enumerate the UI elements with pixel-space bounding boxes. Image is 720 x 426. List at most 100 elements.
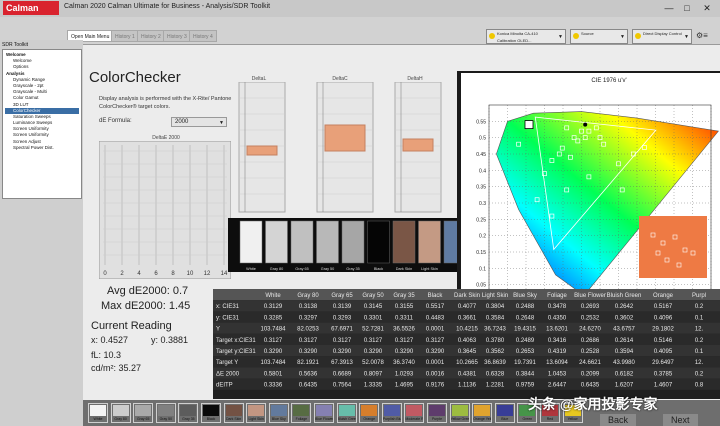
histogram-chart: 0 2 4 6 8 10 12 14: [99, 141, 231, 279]
bottom-swatch[interactable]: White: [88, 403, 108, 423]
patch-swatch: [443, 220, 458, 264]
bottom-swatch[interactable]: Foliage: [291, 403, 312, 423]
table-cell: 0.3290: [426, 349, 445, 355]
table-cell: 0.3780: [486, 338, 505, 344]
cie-y-tick-label: 0.35: [476, 185, 486, 191]
tab-history-2[interactable]: History 2: [137, 30, 165, 42]
histogram-tick-label: 12: [204, 271, 211, 277]
table-cell: 19.4315: [514, 327, 536, 333]
table-cell: 43.6757: [613, 327, 635, 333]
table-cell: 0.3478: [548, 304, 567, 310]
source-selector[interactable]: Source ▼: [570, 29, 628, 44]
table-cell: 0.3129: [264, 304, 283, 310]
cie-y-tick-label: 0.1: [479, 266, 486, 272]
bottom-swatch[interactable]: Gray 80: [110, 403, 131, 423]
bottom-swatch[interactable]: Yellow Green: [449, 403, 470, 423]
table-cell: 0.4381: [458, 371, 477, 377]
main-panel: ColorChecker Display analysis is perform…: [83, 45, 720, 400]
table-cell: 0.3301: [364, 315, 383, 321]
swatch-label: Blue: [501, 417, 509, 421]
table-cell: 24.6621: [579, 360, 601, 366]
bottom-swatch[interactable]: Moderate Red: [404, 403, 425, 423]
swatch-label: Blue Flower: [315, 417, 333, 421]
table-cell: 0.3290: [299, 349, 318, 355]
window-title: Calman 2020 Calman Ultimate for Business…: [64, 3, 271, 10]
sidebar-item[interactable]: Spectral Power Dist.: [5, 145, 79, 151]
table-column-header: Blue Flower: [574, 293, 606, 299]
cie-y-tick-label: 0.4: [479, 168, 486, 174]
swatch-color: [157, 405, 174, 416]
fl-reading: fL: 10.3: [91, 350, 122, 360]
table-cell: Target y:CIE31: [216, 349, 256, 355]
cie-y-tick-label: 0.05: [476, 283, 486, 289]
swatch-color: [248, 405, 265, 416]
bottom-swatch[interactable]: Orange Yellow: [472, 403, 493, 423]
table-cell: 52.0078: [362, 360, 384, 366]
de-formula-select[interactable]: 2000 ▼: [171, 117, 227, 127]
swatch-label: Purple: [431, 417, 443, 421]
table-cell: 1.0453: [548, 371, 567, 377]
patch-strip: White Gray 80 Gray 65 Gray 50 Gray 35 Black Da…: [228, 218, 458, 272]
table-cell: 0.3297: [299, 315, 318, 321]
tab-history-1[interactable]: History 1: [111, 30, 139, 42]
bottom-swatch[interactable]: Blue Flower: [314, 403, 334, 423]
table-column-header: Purpl: [692, 293, 706, 299]
bottom-swatch[interactable]: Light Skin: [246, 403, 267, 423]
swatch-color: [135, 405, 152, 416]
back-button[interactable]: Back: [600, 414, 637, 426]
table-cell: 0.6328: [486, 371, 505, 377]
meter-selector[interactable]: Konica Minolta CA-410 Calibration OLED..…: [486, 29, 566, 44]
cie-title: CIE 1976 u'v': [591, 78, 626, 84]
bottom-swatch[interactable]: Gray 65: [133, 403, 154, 423]
table-cell: 1.6207: [615, 383, 634, 389]
tab-history-4[interactable]: History 4: [189, 30, 217, 42]
swatch-label: Green: [522, 417, 533, 421]
table-column-header: White: [265, 293, 281, 299]
tab-history-3[interactable]: History 3: [163, 30, 191, 42]
bottom-swatch[interactable]: Blue: [494, 403, 515, 423]
table-cell: 0.3785: [654, 371, 673, 377]
patch-label: Black: [374, 267, 383, 271]
table-cell: 0.3804: [486, 304, 505, 310]
swatch-color: [293, 405, 310, 416]
maximize-icon[interactable]: □: [680, 2, 694, 14]
swatch-color: [474, 405, 491, 416]
table-cell: 0.2488: [516, 304, 535, 310]
close-icon[interactable]: ✕: [700, 2, 714, 14]
meter-name: Konica Minolta CA-410: [497, 31, 538, 36]
minimize-icon[interactable]: —: [662, 2, 676, 14]
table-column-header: Gray 80: [297, 293, 319, 299]
display-selector[interactable]: Direct Display Control ▼: [632, 29, 692, 44]
table-cell: 1.1136: [458, 383, 477, 389]
swatch-label: White: [93, 417, 103, 421]
table-cell: 0.3661: [458, 315, 477, 321]
bottom-swatch[interactable]: Orange: [359, 403, 380, 423]
patch-swatch: [265, 220, 288, 264]
bottom-swatch[interactable]: Blue Sky: [268, 403, 289, 423]
menu-icon[interactable]: ≡: [703, 31, 708, 40]
bottom-swatch[interactable]: Purple: [427, 403, 447, 423]
bottom-swatch[interactable]: Black: [201, 403, 221, 423]
table-cell: 0.2614: [615, 338, 634, 344]
swatch-label: Yellow: [567, 417, 578, 421]
table-cell: 0.3290: [395, 349, 414, 355]
swatch-label: Gray 50: [159, 417, 173, 421]
bottom-swatch[interactable]: Gray 35: [178, 403, 199, 423]
bottom-swatch[interactable]: Bluish Green: [336, 403, 357, 423]
cie-inset-zoom: [639, 216, 707, 278]
next-button[interactable]: Next: [663, 414, 698, 426]
table-cell: 0.2642: [615, 304, 634, 310]
bottom-swatch[interactable]: Purplish Blue: [381, 403, 402, 423]
bottom-swatch[interactable]: Gray 50: [155, 403, 176, 423]
swatch-color: [496, 405, 513, 416]
table-cell: 36.7243: [484, 327, 506, 333]
table-cell: 0.3127: [299, 338, 318, 344]
table-cell: 0.2532: [581, 315, 600, 321]
table-cell: 36.8639: [484, 360, 506, 366]
table-cell: 0.2: [695, 304, 704, 310]
table-cell: 36.3740: [393, 360, 415, 366]
swatch-color: [225, 405, 242, 416]
toolbar-icons: ⚙≡: [696, 31, 708, 40]
table-cell: 0.3127: [364, 338, 383, 344]
bottom-swatch[interactable]: Dark Skin: [223, 403, 244, 423]
